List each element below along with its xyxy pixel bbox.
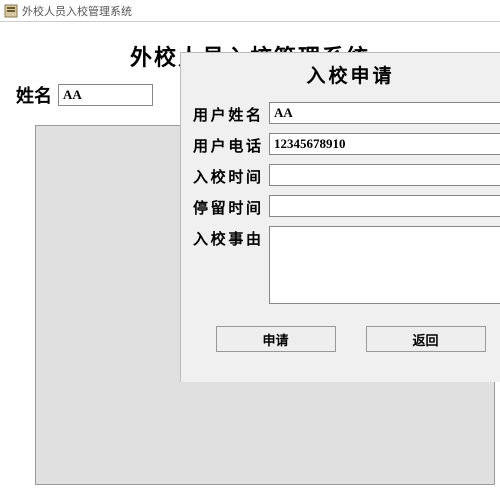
window-title: 外校人员入校管理系统 (22, 3, 132, 19)
name-input[interactable] (58, 84, 153, 106)
label-stay-time: 停留时间 (193, 195, 261, 218)
back-button[interactable]: 返回 (366, 326, 486, 352)
apply-button[interactable]: 申请 (216, 326, 336, 352)
window-titlebar: 外校人员入校管理系统 (0, 0, 500, 22)
row-username: 用户姓名 (181, 98, 500, 129)
row-reason: 入校事由 (181, 222, 500, 308)
label-reason: 入校事由 (193, 226, 261, 249)
name-label: 姓名 (16, 82, 52, 108)
application-dialog: 入校申请 用户姓名 用户电话 入校时间 停留时间 入校事由 申请 返回 (180, 52, 500, 382)
row-stay-time: 停留时间 (181, 191, 500, 222)
row-entry-time: 入校时间 (181, 160, 500, 191)
row-phone: 用户电话 (181, 129, 500, 160)
input-entry-time[interactable] (269, 164, 500, 186)
input-username[interactable] (269, 102, 500, 124)
label-entry-time: 入校时间 (193, 164, 261, 187)
dialog-title: 入校申请 (181, 61, 500, 88)
label-phone: 用户电话 (193, 133, 261, 156)
button-row: 申请 返回 (181, 308, 500, 352)
name-row: 姓名 (16, 82, 176, 108)
input-phone[interactable] (269, 133, 500, 155)
input-stay-time[interactable] (269, 195, 500, 217)
app-icon (4, 4, 18, 18)
textarea-reason[interactable] (269, 226, 500, 304)
label-username: 用户姓名 (193, 102, 261, 125)
